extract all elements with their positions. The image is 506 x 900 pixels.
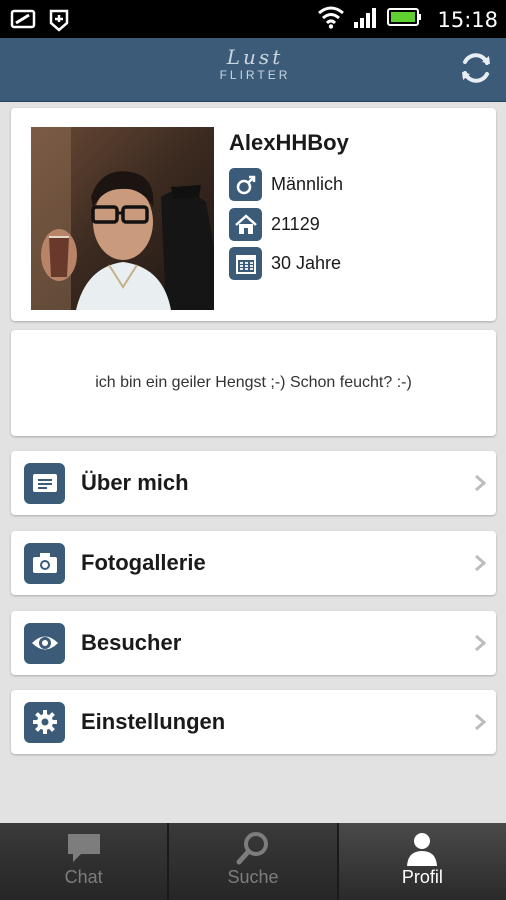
calendar-icon (229, 247, 262, 280)
menu-label-visitors: Besucher (81, 630, 182, 655)
refresh-button[interactable] (458, 50, 494, 86)
chevron-right-icon (475, 713, 486, 731)
status-bar: 15:18 (0, 0, 506, 38)
about-card-icon (24, 462, 65, 504)
menu-label-gallery: Fotogallerie (81, 550, 206, 575)
battery-icon (387, 6, 423, 33)
profile-card: AlexHHBoy Männlich 21129 30 Jahre (11, 108, 496, 321)
gender-row: Männlich (229, 168, 343, 201)
chevron-right-icon (475, 554, 486, 572)
home-icon (229, 208, 262, 241)
age-row: 30 Jahre (229, 247, 341, 280)
tab-search[interactable]: Suche (169, 823, 339, 900)
menu-item-visitors[interactable]: Besucher (11, 611, 496, 675)
zip-text: 21129 (271, 214, 320, 234)
camera-icon (24, 542, 65, 584)
logo-script-text: Lust (226, 45, 284, 69)
age-text: 30 Jahre (271, 253, 342, 273)
profile-username: AlexHHBoy (229, 130, 349, 155)
menu-item-gallery[interactable]: Fotogallerie (11, 531, 496, 595)
chat-bubble-icon (67, 834, 100, 862)
chevron-right-icon (475, 634, 486, 652)
tab-chat-label: Chat (64, 867, 103, 887)
tab-profile[interactable]: Profil (338, 823, 506, 900)
bio-text: ich bin ein geiler Hengst ;-) Schon feuc… (95, 374, 412, 391)
signal-icon (353, 5, 379, 34)
gear-icon (24, 701, 65, 743)
menu-item-settings[interactable]: Einstellungen (11, 690, 496, 754)
clock-time: 15:18 (437, 7, 498, 32)
eye-icon (24, 622, 65, 664)
gender-text: Männlich (271, 174, 344, 194)
profile-photo[interactable] (31, 127, 214, 310)
male-icon (229, 168, 262, 201)
refresh-icon (462, 53, 490, 83)
app-logo: Lust FLIRTER (210, 46, 300, 94)
menu-item-about[interactable]: Über mich (11, 451, 496, 515)
user-icon (407, 833, 438, 866)
notification-app-icon (48, 8, 70, 37)
chevron-right-icon (475, 474, 486, 492)
wifi-icon (317, 5, 345, 34)
bottom-tab-bar: Chat Suche Profil (0, 823, 506, 900)
tab-search-label: Suche (227, 867, 279, 887)
tab-chat[interactable]: Chat (0, 823, 170, 900)
app-header: Lust FLIRTER (0, 38, 506, 102)
menu-label-settings: Einstellungen (81, 709, 226, 734)
bio-card: ich bin ein geiler Hengst ;-) Schon feuc… (11, 330, 496, 436)
menu-label-about: Über mich (81, 470, 189, 495)
logo-word-text: FLIRTER (219, 68, 291, 82)
notification-card-icon (10, 8, 36, 37)
search-icon (236, 832, 268, 865)
zip-row: 21129 (229, 208, 320, 241)
tab-profile-label: Profil (401, 867, 443, 887)
